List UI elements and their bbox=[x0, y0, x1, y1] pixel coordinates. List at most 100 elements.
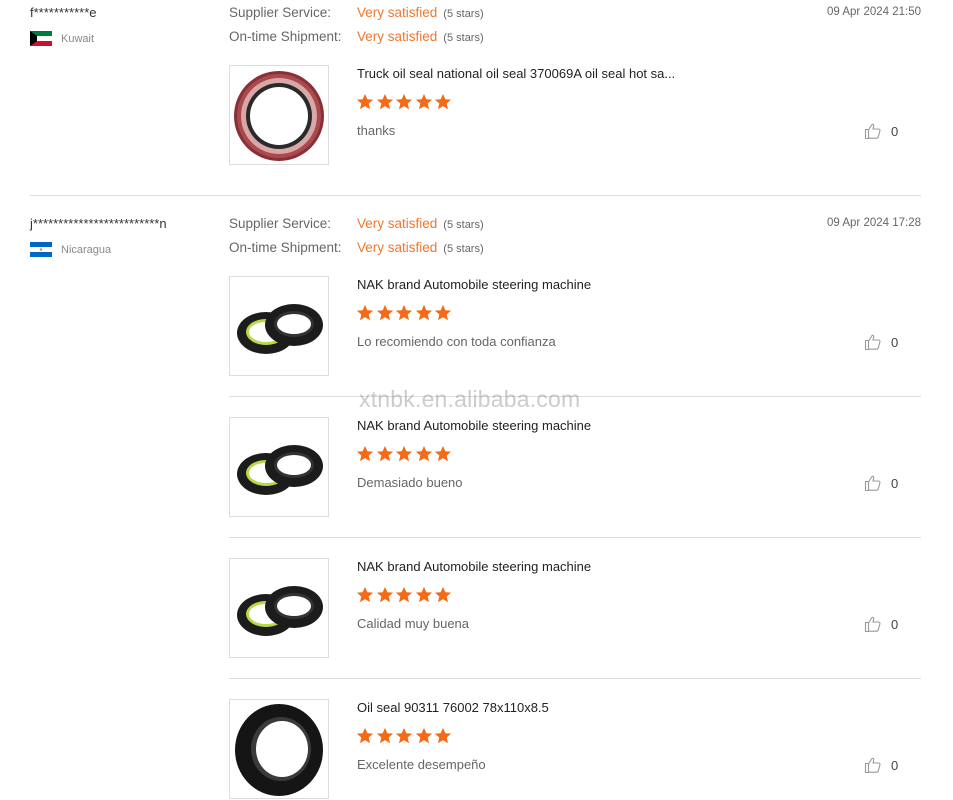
product-thumbnail[interactable] bbox=[229, 65, 329, 165]
double-seal-image bbox=[237, 586, 323, 636]
product-title[interactable]: NAK brand Automobile steering machine bbox=[357, 277, 591, 292]
star-icon bbox=[376, 93, 393, 110]
rating-value: Very satisfied bbox=[357, 29, 438, 44]
reviewer-country: Kuwait bbox=[30, 31, 94, 46]
watermark: xtnbk.en.alibaba.com bbox=[359, 386, 581, 412]
star-icon bbox=[356, 727, 374, 744]
supplier-service-rating: Supplier Service: Very satisfied (5 stars) bbox=[229, 5, 484, 20]
double-seal-image bbox=[237, 304, 323, 354]
thumbs-up-icon bbox=[864, 123, 881, 140]
double-seal-image bbox=[237, 445, 323, 495]
product-divider bbox=[229, 678, 921, 679]
like-button[interactable]: 0 bbox=[864, 474, 898, 492]
star-icon bbox=[356, 304, 374, 321]
star-icon bbox=[356, 586, 374, 603]
star-icon bbox=[415, 445, 432, 462]
product-divider bbox=[229, 537, 921, 538]
like-button[interactable]: 0 bbox=[864, 615, 898, 633]
reviewer-name: f***********e bbox=[30, 5, 97, 20]
star-icon bbox=[356, 445, 374, 462]
star-icon bbox=[415, 586, 432, 603]
star-icon bbox=[395, 586, 413, 603]
review-divider bbox=[30, 195, 921, 196]
product-star-rating bbox=[356, 445, 454, 463]
star-icon bbox=[434, 93, 452, 110]
product-thumbnail[interactable] bbox=[229, 417, 329, 517]
star-icon bbox=[356, 93, 374, 110]
product-title[interactable]: Oil seal 90311 76002 78x110x8.5 bbox=[357, 700, 549, 715]
star-icon bbox=[376, 586, 393, 603]
product-title[interactable]: NAK brand Automobile steering machine bbox=[357, 418, 591, 433]
rating-label: Supplier Service: bbox=[229, 5, 332, 20]
product-star-rating bbox=[356, 93, 454, 111]
product-review: NAK brand Automobile steering machine Ca… bbox=[229, 558, 921, 658]
thumbs-up-icon bbox=[864, 475, 881, 492]
like-button[interactable]: 0 bbox=[864, 756, 898, 774]
rating-stars-text: (5 stars) bbox=[443, 8, 484, 20]
product-review: NAK brand Automobile steering machine De… bbox=[229, 417, 921, 517]
review-comment: Calidad muy buena bbox=[357, 616, 470, 631]
thumbs-up-icon bbox=[864, 616, 881, 633]
black-oil-seal-image bbox=[235, 704, 323, 796]
rating-label: On-time Shipment: bbox=[229, 29, 342, 44]
star-icon bbox=[415, 727, 432, 744]
reviewer-country: Nicaragua bbox=[30, 242, 111, 257]
product-review: Oil seal 90311 76002 78x110x8.5 Excelent… bbox=[229, 699, 921, 799]
star-icon bbox=[395, 727, 413, 744]
like-button[interactable]: 0 bbox=[864, 333, 898, 351]
star-icon bbox=[434, 727, 452, 744]
star-icon bbox=[415, 93, 432, 110]
review-comment: Excelente desempeño bbox=[357, 757, 486, 772]
rating-stars-text: (5 stars) bbox=[443, 243, 484, 255]
review-comment: Demasiado bueno bbox=[357, 475, 463, 490]
product-title[interactable]: NAK brand Automobile steering machine bbox=[357, 559, 591, 574]
star-icon bbox=[376, 304, 393, 321]
product-thumbnail[interactable] bbox=[229, 699, 329, 799]
product-title[interactable]: Truck oil seal national oil seal 370069A… bbox=[357, 66, 675, 81]
product-thumbnail[interactable] bbox=[229, 558, 329, 658]
like-count: 0 bbox=[891, 757, 899, 773]
star-icon bbox=[376, 727, 393, 744]
review-date: 09 Apr 2024 17:28 bbox=[827, 217, 921, 229]
rating-label: Supplier Service: bbox=[229, 216, 332, 231]
thumbs-up-icon bbox=[864, 334, 881, 351]
review-comment: Lo recomiendo con toda confianza bbox=[357, 334, 556, 349]
like-button[interactable]: 0 bbox=[864, 122, 898, 140]
rating-value: Very satisfied bbox=[357, 240, 438, 255]
star-icon bbox=[395, 445, 413, 462]
star-icon bbox=[434, 445, 452, 462]
product-review: Truck oil seal national oil seal 370069A… bbox=[229, 65, 921, 165]
country-name: Nicaragua bbox=[61, 243, 112, 256]
rating-value: Very satisfied bbox=[357, 216, 438, 231]
reviewer-name: j*************************n bbox=[30, 216, 167, 231]
star-icon bbox=[395, 93, 413, 110]
like-count: 0 bbox=[891, 616, 899, 632]
product-star-rating bbox=[356, 586, 454, 604]
product-star-rating bbox=[356, 304, 454, 322]
product-review: NAK brand Automobile steering machine Lo… bbox=[229, 276, 921, 376]
rating-stars-text: (5 stars) bbox=[443, 219, 484, 231]
star-icon bbox=[434, 586, 452, 603]
product-thumbnail[interactable] bbox=[229, 276, 329, 376]
product-star-rating bbox=[356, 727, 454, 745]
shipment-rating: On-time Shipment: Very satisfied (5 stars) bbox=[229, 240, 484, 255]
red-oil-seal-image bbox=[234, 71, 324, 161]
country-name: Kuwait bbox=[61, 32, 95, 45]
supplier-service-rating: Supplier Service: Very satisfied (5 stars) bbox=[229, 216, 484, 231]
star-icon bbox=[434, 304, 452, 321]
review-date: 09 Apr 2024 21:50 bbox=[827, 6, 921, 18]
rating-stars-text: (5 stars) bbox=[443, 32, 484, 44]
like-count: 0 bbox=[891, 334, 899, 350]
nicaragua-flag-icon bbox=[30, 242, 52, 257]
thumbs-up-icon bbox=[864, 757, 881, 774]
like-count: 0 bbox=[891, 123, 899, 139]
like-count: 0 bbox=[891, 475, 899, 491]
star-icon bbox=[376, 445, 393, 462]
kuwait-flag-icon bbox=[30, 31, 52, 46]
star-icon bbox=[415, 304, 432, 321]
shipment-rating: On-time Shipment: Very satisfied (5 stars) bbox=[229, 29, 484, 44]
review-comment: thanks bbox=[357, 123, 396, 138]
star-icon bbox=[395, 304, 413, 321]
rating-value: Very satisfied bbox=[357, 5, 438, 20]
rating-label: On-time Shipment: bbox=[229, 240, 342, 255]
